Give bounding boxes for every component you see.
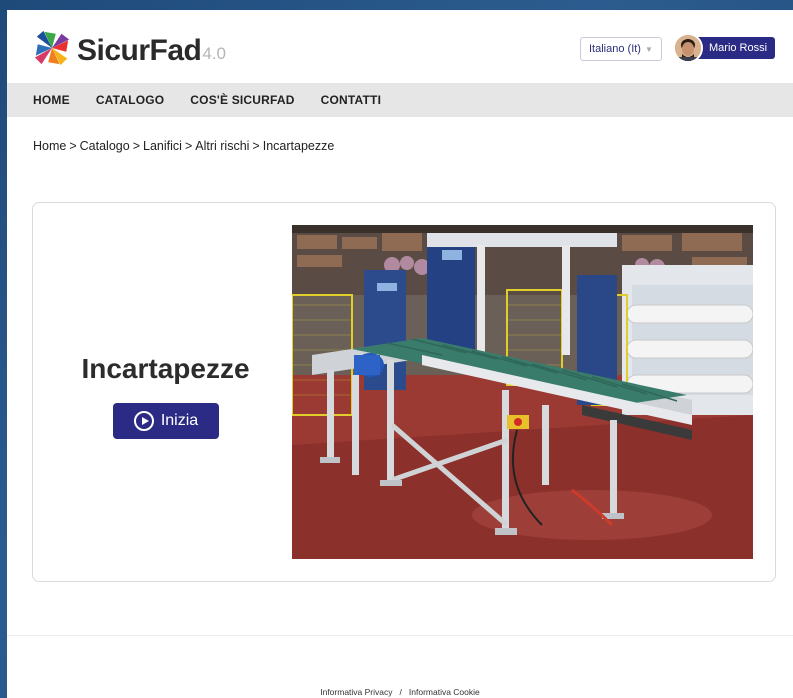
avatar [673,33,703,63]
breadcrumb-catalogo[interactable]: Catalogo [80,139,130,153]
conveyor-machine-illustration [292,225,753,559]
brand-logo[interactable]: SicurFad 4.0 [33,29,226,67]
caret-down-icon: ▼ [644,44,653,54]
course-image [292,225,753,559]
course-card: Incartapezze Inizia [32,202,776,582]
start-button-label: Inizia [160,412,199,429]
footer-separator: / [399,687,402,697]
play-circle-icon [133,411,154,431]
footer: Informativa Privacy / Informativa Cookie [7,687,793,697]
breadcrumb-altri-rischi[interactable]: Altri rischi [195,139,249,153]
breadcrumb-separator: > [252,139,260,153]
pinwheel-logo-icon [34,30,70,66]
nav-item-catalogo[interactable]: CATALOGO [96,93,164,107]
main-nav: HOME CATALOGO COS'È SICURFAD CONTATTI [7,83,793,117]
nav-item-contatti[interactable]: CONTATTI [321,93,381,107]
breadcrumb-lanifici[interactable]: Lanifici [143,139,182,153]
brand-version: 4.0 [202,44,227,63]
brand-name: SicurFad [77,34,202,67]
breadcrumb-current: Incartapezze [262,139,335,153]
nav-item-cose-sicurfad[interactable]: COS'È SICURFAD [190,93,294,107]
course-title: Incartapezze [81,353,250,384]
language-value: Italiano (It) [589,43,641,55]
user-name: Mario Rossi [693,37,776,59]
breadcrumb-home[interactable]: Home [33,139,66,153]
breadcrumb: Home > Catalogo > Lanifici > Altri rischi > Inca… [33,139,334,153]
start-button[interactable]: Inizia [113,403,219,439]
user-menu[interactable]: Mario Rossi [673,33,776,63]
breadcrumb-separator: > [184,139,193,153]
cookie-link[interactable]: Informativa Cookie [409,687,480,697]
language-select[interactable]: Italiano (It) ▼ [580,37,662,61]
page: SicurFad 4.0 Italiano (It) ▼ Mario Rossi… [7,10,793,698]
header: SicurFad 4.0 Italiano (It) ▼ Mario Rossi [7,10,793,83]
privacy-link[interactable]: Informativa Privacy [320,687,392,697]
nav-item-home[interactable]: HOME [33,93,70,107]
avatar-image [675,35,701,61]
breadcrumb-separator: > [132,139,141,153]
breadcrumb-separator: > [69,139,77,153]
footer-divider [7,635,793,636]
